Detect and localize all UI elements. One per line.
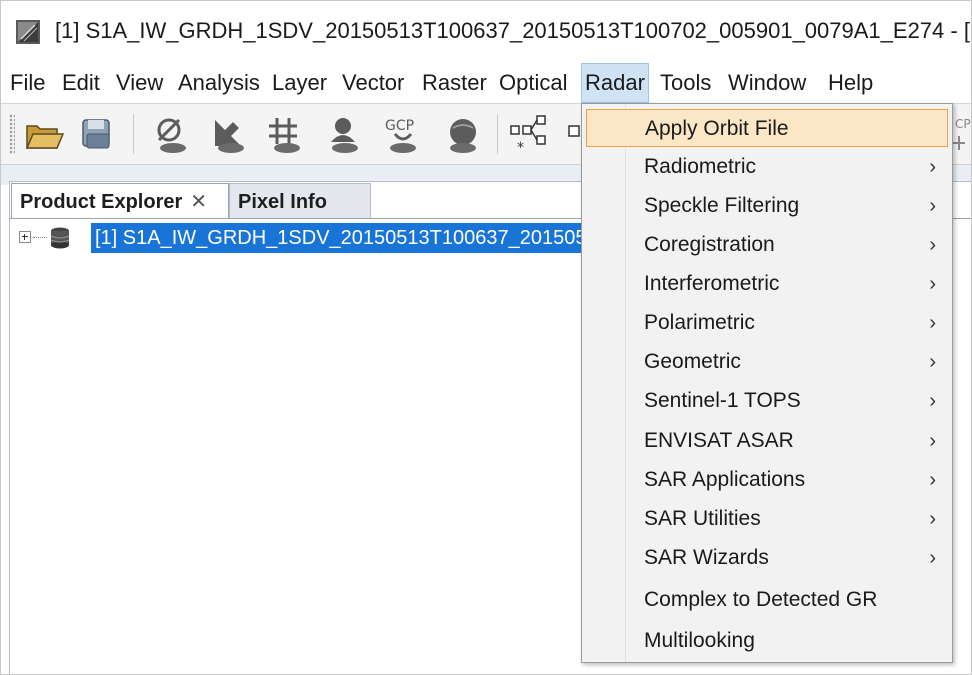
chevron-right-icon: ›	[929, 312, 936, 334]
menu-radar[interactable]: Radar	[581, 63, 649, 103]
menu-item-label: Sentinel-1 TOPS	[644, 389, 801, 412]
partial-cp-icon[interactable]: CP	[953, 104, 972, 164]
menu-item-interferometric[interactable]: Interferometric ›	[586, 265, 948, 303]
menu-tools[interactable]: Tools	[657, 63, 714, 103]
menu-item-speckle-filtering[interactable]: Speckle Filtering ›	[586, 187, 948, 225]
menu-item-label: Interferometric	[644, 272, 780, 295]
open-product-icon[interactable]	[21, 112, 65, 156]
menu-item-sar-utilities[interactable]: SAR Utilities ›	[586, 500, 948, 538]
menu-raster[interactable]: Raster	[419, 63, 490, 103]
title-bar: [1] S1A_IW_GRDH_1SDV_20150513T100637_201…	[1, 1, 972, 63]
tab-product-explorer-label: Product Explorer	[20, 191, 183, 213]
tab-pixel-info-label: Pixel Info	[238, 191, 327, 213]
tree-row-product[interactable]: [1] S1A_IW_GRDH_1SDV_20150513T100637_201…	[19, 223, 619, 253]
save-product-icon[interactable]	[75, 112, 119, 156]
chevron-right-icon: ›	[929, 273, 936, 295]
menu-item-label: Multilooking	[644, 629, 755, 652]
svg-text:CP: CP	[955, 117, 971, 131]
menu-item-label: Apply Orbit File	[645, 117, 789, 140]
menu-item-sar-wizards[interactable]: SAR Wizards ›	[586, 539, 948, 577]
gcp-manager-icon[interactable]: GCP	[381, 112, 425, 156]
app-window: [1] S1A_IW_GRDH_1SDV_20150513T100637_201…	[0, 0, 972, 675]
close-icon[interactable]: ✕	[190, 184, 207, 220]
chevron-right-icon: ›	[929, 430, 936, 452]
toolbar-separator	[133, 114, 134, 154]
menu-item-label: SAR Utilities	[644, 507, 761, 530]
menu-item-geometric[interactable]: Geometric ›	[586, 343, 948, 381]
menu-item-label: Coregistration	[644, 233, 775, 256]
menu-item-sentinel-1-tops[interactable]: Sentinel-1 TOPS ›	[586, 382, 948, 420]
chevron-right-icon: ›	[929, 195, 936, 217]
menu-item-label: ENVISAT ASAR	[644, 429, 794, 452]
mask-manager-icon[interactable]	[149, 112, 193, 156]
menu-item-apply-orbit-file[interactable]: Apply Orbit File	[586, 109, 948, 147]
menu-vector[interactable]: Vector	[339, 63, 407, 103]
chevron-right-icon: ›	[929, 508, 936, 530]
product-database-icon	[50, 227, 70, 249]
menu-item-label: SAR Wizards	[644, 546, 769, 569]
toolbar-overflow: CP	[953, 104, 972, 164]
toolbar-grip[interactable]	[9, 114, 15, 154]
menu-item-label: Speckle Filtering	[644, 194, 800, 217]
menu-item-multilooking[interactable]: Multilooking	[586, 622, 948, 660]
menu-item-sar-applications[interactable]: SAR Applications ›	[586, 461, 948, 499]
tree-connector	[33, 237, 47, 239]
world-map-icon[interactable]	[441, 112, 485, 156]
pin-manager-icon[interactable]	[321, 112, 365, 156]
pin-placing-icon[interactable]	[205, 112, 249, 156]
menu-item-complex-to-detected-gr[interactable]: Complex to Detected GR	[586, 581, 948, 619]
menu-item-label: Complex to Detected GR	[644, 588, 878, 611]
menu-item-coregistration[interactable]: Coregistration ›	[586, 226, 948, 264]
menu-window[interactable]: Window	[725, 63, 809, 103]
radar-dropdown-menu: Apply Orbit File Radiometric › Speckle F…	[581, 103, 953, 663]
chevron-right-icon: ›	[929, 390, 936, 412]
chevron-right-icon: ›	[929, 156, 936, 178]
svg-text:*: *	[517, 140, 524, 156]
chevron-right-icon: ›	[929, 351, 936, 373]
menu-item-label: SAR Applications	[644, 468, 806, 491]
menu-file[interactable]: File	[7, 63, 48, 103]
menu-item-radiometric[interactable]: Radiometric ›	[586, 148, 948, 186]
menu-item-label: Polarimetric	[644, 311, 755, 334]
partial-toolbar-icon[interactable]	[561, 112, 581, 156]
tab-product-explorer[interactable]: Product Explorer ✕	[11, 183, 229, 219]
menu-item-polarimetric[interactable]: Polarimetric ›	[586, 304, 948, 342]
gcp-icon-label: GCP	[385, 118, 414, 134]
expand-icon[interactable]	[19, 231, 31, 243]
product-tree-label[interactable]: [1] S1A_IW_GRDH_1SDV_20150513T100637_201…	[91, 223, 589, 253]
chevron-right-icon: ›	[929, 234, 936, 256]
menu-item-label: Radiometric	[644, 155, 757, 178]
menu-layer[interactable]: Layer	[269, 63, 330, 103]
window-title: [1] S1A_IW_GRDH_1SDV_20150513T100637_201…	[55, 18, 972, 43]
tab-pixel-info[interactable]: Pixel Info	[229, 183, 371, 219]
graph-builder-icon[interactable]: *	[507, 112, 551, 156]
menu-item-label: Geometric	[644, 350, 741, 373]
chevron-right-icon: ›	[929, 547, 936, 569]
menu-view[interactable]: View	[113, 63, 166, 103]
menu-optical[interactable]: Optical	[496, 63, 570, 103]
menu-item-envisat-asar[interactable]: ENVISAT ASAR ›	[586, 422, 948, 460]
graticule-icon[interactable]	[263, 112, 307, 156]
menu-help[interactable]: Help	[825, 63, 876, 103]
toolbar-separator	[497, 114, 498, 154]
menu-analysis[interactable]: Analysis	[175, 63, 263, 103]
chevron-right-icon: ›	[929, 469, 936, 491]
menu-edit[interactable]: Edit	[59, 63, 103, 103]
snap-app-icon	[16, 20, 40, 44]
menu-bar: File Edit View Analysis Layer Vector Ras…	[1, 63, 971, 104]
